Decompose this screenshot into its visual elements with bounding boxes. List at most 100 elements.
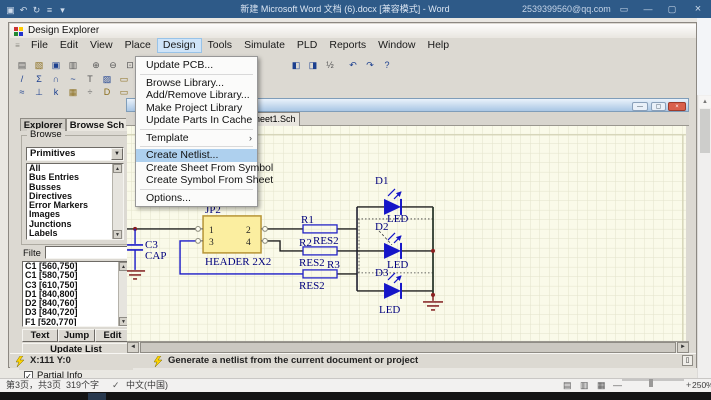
- menu-window[interactable]: Window: [372, 38, 421, 53]
- menu-item-create-netlist[interactable]: Create Netlist...: [136, 149, 257, 162]
- doc-maximize-button[interactable]: ▢: [651, 102, 666, 111]
- word-count[interactable]: 319个字: [66, 379, 99, 392]
- menu-view[interactable]: View: [84, 38, 119, 53]
- ref-label[interactable]: D2: [375, 221, 388, 233]
- page-indicator[interactable]: 第3页，共3页: [6, 379, 61, 392]
- de-titlebar[interactable]: Design Explorer: [10, 24, 696, 38]
- window-title: Design Explorer: [28, 24, 99, 38]
- scroll-right-icon[interactable]: ►: [677, 342, 689, 353]
- close-button[interactable]: ×: [688, 0, 708, 18]
- bus-entry-tool-icon[interactable]: ⊥: [31, 85, 47, 100]
- save-icon[interactable]: ▣: [4, 1, 17, 19]
- menu-item-template[interactable]: Template›: [136, 132, 257, 145]
- scroll-down-icon[interactable]: ▼: [113, 230, 122, 239]
- tab-browse-sch[interactable]: Browse Sch: [66, 118, 128, 131]
- browse-parts-icon[interactable]: ◨: [305, 58, 321, 73]
- type-label[interactable]: LED: [379, 304, 400, 316]
- type-label[interactable]: HEADER 2X2: [205, 256, 271, 268]
- scroll-up-icon[interactable]: ▲: [699, 96, 711, 108]
- web-layout-icon[interactable]: ▦: [597, 379, 606, 392]
- ref-label[interactable]: R2: [299, 237, 312, 249]
- cross-probe-icon[interactable]: ◧: [288, 58, 304, 73]
- redo-icon[interactable]: ↻: [30, 1, 43, 19]
- net-label-tool-icon[interactable]: k: [48, 85, 64, 100]
- redo-icon[interactable]: ↷: [362, 58, 378, 73]
- list-scrollbar[interactable]: ▲ ▼: [112, 164, 123, 239]
- menu-item-create-symbol-from-sheet[interactable]: Create Symbol From Sheet: [136, 174, 257, 187]
- menu-reports[interactable]: Reports: [323, 38, 372, 53]
- menu-item-options[interactable]: Options...: [136, 192, 257, 205]
- horizontal-scrollbar[interactable]: ◄ ►: [127, 341, 689, 353]
- zoom-percentage[interactable]: 250%: [692, 379, 710, 392]
- status-corner-icon[interactable]: ▯: [682, 355, 693, 366]
- list-item[interactable]: F1 [520,770]: [23, 318, 129, 327]
- undo-icon[interactable]: ↶: [17, 1, 30, 19]
- dock-panel-icon[interactable]: ≡: [10, 41, 25, 50]
- jump-button[interactable]: Jump: [58, 329, 95, 342]
- menu-pld[interactable]: PLD: [291, 38, 323, 53]
- read-mode-icon[interactable]: ▤: [563, 379, 572, 392]
- help-icon[interactable]: ?: [379, 58, 395, 73]
- type-label[interactable]: RES2: [313, 235, 339, 247]
- list-item[interactable]: Labels: [27, 229, 123, 238]
- sheet-symbol-tool-icon[interactable]: ▦: [65, 85, 81, 100]
- menu-file[interactable]: File: [25, 38, 54, 53]
- filter-input[interactable]: [45, 246, 129, 259]
- ref-label[interactable]: D3: [375, 267, 389, 279]
- ref-label[interactable]: R1: [301, 214, 314, 226]
- qat-customize-icon[interactable]: ▾: [56, 1, 69, 19]
- power-port-tool-icon[interactable]: ÷: [82, 85, 98, 100]
- type-label[interactable]: CAP: [145, 250, 166, 262]
- menubar: ≡FileEditViewPlaceDesignToolsSimulatePLD…: [10, 38, 696, 53]
- ref-label[interactable]: R3: [327, 259, 340, 271]
- edit-button[interactable]: Edit: [95, 329, 130, 342]
- menu-item-create-sheet-from-symbol[interactable]: Create Sheet From Symbol: [136, 162, 257, 175]
- browse-mode-select[interactable]: Primitives ▼: [26, 147, 124, 161]
- maximize-button[interactable]: ▢: [664, 0, 680, 18]
- minimize-button[interactable]: —: [640, 0, 656, 18]
- word-vertical-scrollbar[interactable]: ▲: [697, 95, 711, 378]
- account-name[interactable]: 2539399560@qq.com: [522, 0, 610, 18]
- text-button[interactable]: Text: [22, 329, 58, 342]
- undo-icon[interactable]: ↶: [345, 58, 361, 73]
- doc-close-button[interactable]: ×: [668, 102, 686, 111]
- part-tool-icon[interactable]: D: [99, 85, 115, 100]
- language-indicator[interactable]: 中文(中国): [126, 379, 168, 392]
- components-list[interactable]: C1 [560,750] C1 [580,750] C3 [610,750] D…: [22, 261, 130, 327]
- menu-place[interactable]: Place: [119, 38, 157, 53]
- proofing-icon[interactable]: ✓: [112, 379, 120, 392]
- menu-simulate[interactable]: Simulate: [238, 38, 291, 53]
- type-label[interactable]: LED: [387, 259, 408, 271]
- scroll-up-icon[interactable]: ▲: [113, 164, 122, 173]
- type-label[interactable]: LED: [387, 213, 408, 225]
- type-label[interactable]: RES2: [299, 280, 325, 292]
- menu-item-update-parts-in-cache[interactable]: Update Parts In Cache: [136, 114, 257, 127]
- menu-item-update-pcb[interactable]: Update PCB...: [136, 59, 257, 72]
- zoom-out-icon[interactable]: —: [613, 379, 622, 392]
- doc-minimize-button[interactable]: —: [632, 102, 648, 111]
- scrollbar-thumb[interactable]: [140, 342, 676, 353]
- menu-item-add-remove-library[interactable]: Add/Remove Library...: [136, 89, 257, 102]
- zoom-in-icon[interactable]: +: [686, 379, 691, 392]
- menu-help[interactable]: Help: [421, 38, 455, 53]
- menu-edit[interactable]: Edit: [54, 38, 84, 53]
- scroll-left-icon[interactable]: ◄: [127, 342, 139, 353]
- wire-tool-icon[interactable]: ≈: [14, 85, 30, 100]
- ribbon-options-icon[interactable]: ▭: [616, 0, 632, 18]
- pin-number: 2: [246, 226, 251, 236]
- menu-item-make-project-library[interactable]: Make Project Library: [136, 102, 257, 115]
- menu-design[interactable]: Design: [157, 38, 202, 53]
- chevron-down-icon[interactable]: ▼: [111, 148, 123, 160]
- menu-item-browse-library[interactable]: Browse Library...: [136, 77, 257, 90]
- print-layout-icon[interactable]: ▥: [580, 379, 589, 392]
- menu-tools[interactable]: Tools: [202, 38, 239, 53]
- scrollbar-thumb[interactable]: [700, 109, 710, 153]
- ref-label[interactable]: C3: [145, 239, 158, 251]
- ref-label[interactable]: D1: [375, 175, 388, 187]
- type-label[interactable]: RES2: [299, 257, 325, 269]
- annotate-icon[interactable]: ½: [322, 58, 338, 73]
- touch-mode-icon[interactable]: ≡: [43, 1, 56, 19]
- primitives-list[interactable]: All Bus Entries Busses Directives Error …: [26, 163, 124, 240]
- zoom-slider-track[interactable]: [622, 379, 684, 381]
- zoom-slider-thumb[interactable]: [649, 379, 653, 387]
